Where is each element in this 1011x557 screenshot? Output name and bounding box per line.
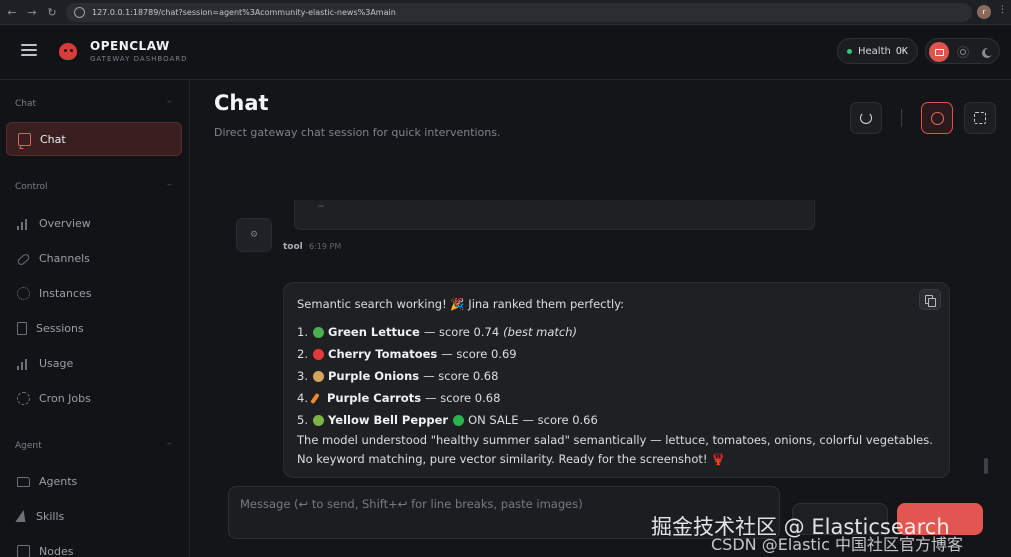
sidebar-section-chat: Chat (15, 99, 37, 109)
refresh-icon (860, 112, 872, 124)
send-button[interactable] (897, 503, 983, 535)
green-circle-icon (453, 414, 465, 426)
sidebar-item-label: Usage (39, 356, 74, 370)
list-item: 5. Yellow Bell Pepper ON SALE — score 0.… (297, 409, 936, 431)
sidebar-item-label: Channels (39, 251, 90, 265)
refresh-button[interactable] (850, 102, 882, 134)
sidebar-item-label: Nodes (39, 544, 74, 557)
lobster-logo-icon (55, 38, 81, 64)
browser-toolbar: ← → ↻ 127.0.0.1:18789/chat?session=agent… (0, 0, 1011, 25)
list-item: 3. Purple Onions — score 0.68 (297, 369, 499, 383)
zap-icon (15, 510, 29, 522)
focus-mode-button[interactable] (964, 102, 996, 134)
sidebar-item-label: Overview (39, 216, 91, 230)
sidebar-item-skills[interactable]: Skills (6, 499, 182, 533)
reload-icon[interactable]: ↻ (44, 4, 60, 20)
bell-pepper-icon (313, 414, 324, 426)
sidebar: Chat – Chat Control – Overview Channels … (0, 80, 190, 557)
chat-scrollbar[interactable] (984, 458, 988, 474)
address-text: 127.0.0.1:18789/chat?session=agent%3Acom… (92, 8, 396, 17)
message-timestamp: 6:19 PM (309, 242, 342, 251)
collapse-control-icon[interactable]: – (167, 180, 172, 190)
radio-icon (17, 286, 30, 300)
sidebar-item-label: Chat (40, 132, 66, 146)
message-input[interactable]: Message (↩ to send, Shift+↩ for line bre… (228, 486, 780, 539)
browser-menu-icon[interactable]: ⋮ (998, 5, 1007, 15)
result-list: 1. Green Lettuce — score 0.74 (best matc… (297, 321, 936, 431)
system-theme-button[interactable] (929, 42, 949, 62)
sidebar-item-nodes[interactable]: Nodes (6, 534, 182, 557)
health-status-badge: Health OK (837, 38, 918, 64)
light-theme-button[interactable] (953, 42, 973, 62)
collapse-agent-icon[interactable]: – (167, 439, 172, 449)
sidebar-item-agents[interactable]: Agents (6, 464, 182, 498)
onion-icon (313, 370, 324, 382)
sidebar-item-overview[interactable]: Overview (6, 206, 182, 240)
sidebar-item-chat[interactable]: Chat (6, 122, 182, 156)
site-info-icon[interactable] (74, 7, 85, 18)
message-placeholder: Message (↩ to send, Shift+↩ for line bre… (240, 497, 583, 511)
nodes-icon (17, 544, 30, 557)
copy-button[interactable] (919, 289, 941, 310)
message-intro: Semantic search working! 🎉 Jina ranked t… (297, 297, 625, 311)
sidebar-item-sessions[interactable]: Sessions (6, 311, 182, 345)
brain-icon (930, 111, 944, 125)
sidebar-item-label: Skills (36, 509, 65, 523)
toolbar-divider (901, 109, 902, 127)
sidebar-item-usage[interactable]: Usage (6, 346, 182, 380)
sidebar-item-instances[interactable]: Instances (6, 276, 182, 310)
forward-arrow-icon[interactable]: → (24, 4, 40, 20)
list-item: 2. Cherry Tomatoes — score 0.69 (297, 347, 517, 361)
assistant-message: Semantic search working! 🎉 Jina ranked t… (283, 282, 950, 478)
dark-theme-button[interactable] (977, 42, 997, 62)
hamburger-menu-icon[interactable] (21, 44, 37, 56)
bar-chart-icon (17, 357, 30, 370)
status-dot-icon (847, 48, 852, 54)
brand-title: OPENCLAW (90, 39, 170, 53)
sidebar-section-agent: Agent (15, 441, 42, 451)
brand-subtitle: GATEWAY DASHBOARD (90, 55, 188, 63)
sidebar-item-channels[interactable]: Channels (6, 241, 182, 275)
message-summary: The model understood "healthy summer sal… (297, 433, 933, 466)
code-text: ~ (317, 202, 325, 212)
gear-icon: ⚙ (249, 230, 259, 240)
back-arrow-icon[interactable]: ← (4, 4, 20, 20)
theme-switcher (925, 38, 1000, 64)
focus-icon (974, 112, 986, 124)
collapse-chat-icon[interactable]: – (167, 97, 172, 107)
sidebar-item-label: Instances (39, 286, 92, 300)
loader-icon (17, 391, 30, 405)
tomato-icon (313, 348, 324, 360)
moon-icon (985, 48, 993, 56)
list-item: 1. Green Lettuce — score 0.74 (best matc… (297, 325, 578, 339)
main-content: Chat Direct gateway chat session for qui… (190, 80, 1011, 557)
page-title: Chat (214, 91, 269, 115)
chat-bubble-icon (18, 132, 31, 146)
profile-avatar[interactable]: r (977, 5, 991, 19)
monitor-icon (934, 48, 944, 56)
bar-chart-icon (17, 217, 30, 230)
link-icon (16, 252, 31, 267)
folder-icon (17, 477, 30, 487)
health-value: OK (895, 45, 908, 57)
lettuce-icon (313, 326, 324, 338)
tool-avatar: ⚙ (236, 218, 272, 252)
secondary-action-button[interactable] (792, 503, 888, 535)
sidebar-item-label: Sessions (36, 321, 84, 335)
sale-badge: ON SALE (468, 413, 519, 427)
message-sender: tool (283, 242, 303, 252)
thinking-toggle-button[interactable] (921, 102, 953, 134)
app-header: OPENCLAW GATEWAY DASHBOARD Health OK (0, 25, 1011, 80)
sidebar-item-cron-jobs[interactable]: Cron Jobs (6, 381, 182, 415)
sidebar-item-label: Cron Jobs (39, 391, 91, 405)
list-item: 4. Purple Carrots — score 0.68 (297, 391, 501, 405)
page-subtitle: Direct gateway chat session for quick in… (214, 126, 501, 139)
sun-icon (960, 49, 966, 55)
sidebar-section-control: Control (15, 182, 48, 192)
tool-output-block: ~ (294, 200, 815, 230)
document-icon (17, 321, 27, 335)
health-label: Health (858, 45, 891, 57)
sidebar-item-label: Agents (39, 474, 78, 488)
address-bar[interactable]: 127.0.0.1:18789/chat?session=agent%3Acom… (66, 3, 972, 22)
